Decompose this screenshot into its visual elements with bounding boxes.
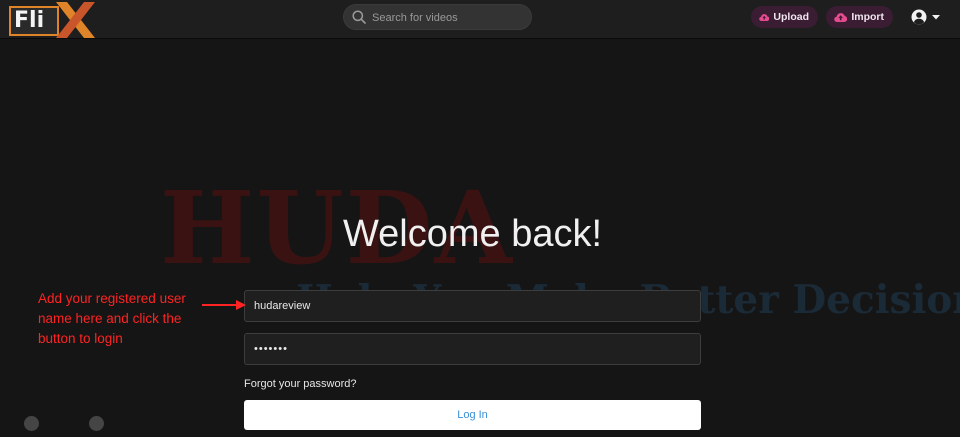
flix-logo[interactable]: Fli <box>9 2 99 39</box>
logo-text: Fli <box>9 6 59 36</box>
search-input[interactable] <box>370 8 529 28</box>
search-icon <box>352 10 366 24</box>
password-field[interactable]: ••••••• <box>244 333 701 365</box>
import-button[interactable]: Import <box>826 6 893 28</box>
annotation-arrow-icon <box>202 300 246 310</box>
annotation-text: Add your registered user name here and c… <box>38 291 186 346</box>
import-label: Import <box>851 11 884 23</box>
logo-x-icon <box>56 2 95 38</box>
user-avatar-icon <box>911 9 927 25</box>
upload-label: Upload <box>773 11 809 23</box>
cloud-import-icon <box>834 12 848 22</box>
search-bar[interactable] <box>343 4 532 30</box>
forgot-password-link[interactable]: Forgot your password? <box>244 377 357 391</box>
carousel-dot[interactable] <box>24 416 39 431</box>
page-title: Welcome back! <box>342 213 603 255</box>
username-field[interactable]: hudareview <box>244 290 701 322</box>
user-menu[interactable] <box>911 9 940 25</box>
login-button[interactable]: Log In <box>244 400 701 430</box>
cloud-upload-icon <box>759 13 770 21</box>
top-navigation-bar: Fli Upload Import <box>0 0 960 39</box>
upload-button[interactable]: Upload <box>751 6 818 28</box>
chevron-down-icon <box>932 14 940 19</box>
carousel-dot[interactable] <box>89 416 104 431</box>
